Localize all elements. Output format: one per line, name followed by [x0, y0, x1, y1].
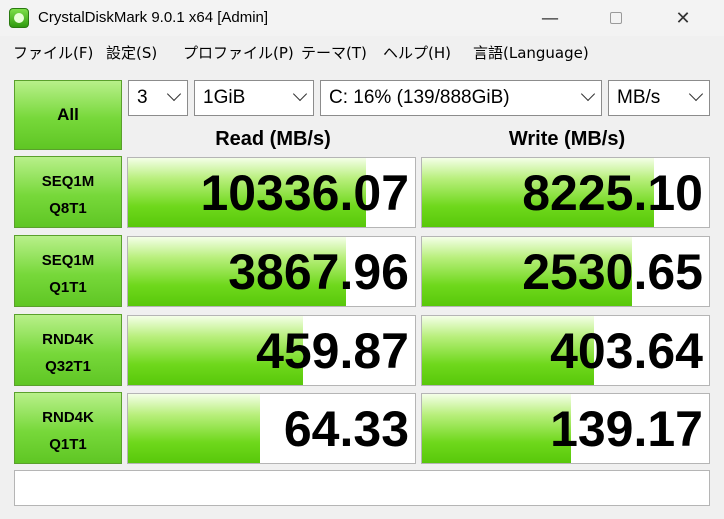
read-result-seq1m-q8t1: 10336.07 [127, 157, 416, 228]
write-result-seq1m-q1t1: 2530.65 [421, 236, 710, 307]
status-bar [14, 470, 710, 506]
read-value: 64.33 [283, 401, 409, 457]
write-value: 8225.10 [522, 165, 703, 221]
write-header: Write (MB/s) [508, 128, 626, 150]
menu-file[interactable]: ファイル(F) [13, 42, 93, 63]
window-title: CrystalDiskMark 9.0.1 x64 [Admin] [38, 9, 269, 26]
chevron-down-icon [688, 86, 704, 102]
test-label-line1: RND4K [42, 331, 94, 348]
chevron-down-icon [580, 86, 596, 102]
write-value: 139.17 [550, 401, 703, 457]
menu-settings[interactable]: 設定(S) [106, 42, 157, 63]
test-count-value: 3 [137, 87, 148, 108]
read-value: 3867.96 [228, 244, 409, 300]
maximize-button[interactable] [593, 0, 639, 36]
test-size-value: 1GiB [203, 87, 246, 108]
test-label-line2: Q1T1 [49, 436, 87, 453]
write-bar-fill [422, 394, 572, 463]
read-bar-fill [128, 394, 261, 463]
test-label-line2: Q1T1 [49, 279, 87, 296]
unit-select[interactable]: MB/s [608, 80, 710, 116]
write-result-rnd4k-q1t1: 139.17 [421, 393, 710, 464]
all-button[interactable]: All [14, 80, 122, 150]
seq1m-q1t1-button[interactable]: SEQ1M Q1T1 [14, 235, 122, 307]
test-label-line1: RND4K [42, 409, 94, 426]
test-label-line2: Q32T1 [45, 358, 91, 375]
read-result-rnd4k-q1t1: 64.33 [127, 393, 416, 464]
read-result-rnd4k-q32t1: 459.87 [127, 315, 416, 386]
write-result-rnd4k-q32t1: 403.64 [421, 315, 710, 386]
app-disk-icon [9, 8, 29, 28]
write-value: 2530.65 [522, 244, 703, 300]
rnd4k-q1t1-button[interactable]: RND4K Q1T1 [14, 392, 122, 464]
chevron-down-icon [166, 86, 182, 102]
read-value: 10336.07 [200, 165, 409, 221]
test-count-select[interactable]: 3 [128, 80, 188, 116]
menu-bar: ファイル(F) 設定(S) プロファイル(P) テーマ(T) ヘルプ(H) 言語… [0, 38, 724, 66]
menu-language[interactable]: 言語(Language) [473, 42, 589, 63]
test-label-line1: SEQ1M [41, 173, 95, 190]
unit-value: MB/s [617, 87, 661, 108]
menu-theme[interactable]: テーマ(T) [301, 42, 367, 63]
test-label-line1: SEQ1M [41, 252, 95, 269]
test-label-line2: Q8T1 [49, 200, 87, 217]
rnd4k-q32t1-button[interactable]: RND4K Q32T1 [14, 314, 122, 386]
minimize-button[interactable]: — [527, 0, 573, 36]
read-value: 459.87 [256, 323, 409, 379]
read-header: Read (MB/s) [215, 128, 331, 150]
chevron-down-icon [292, 86, 308, 102]
drive-select[interactable]: C: 16% (139/888GiB) [320, 80, 602, 116]
read-result-seq1m-q1t1: 3867.96 [127, 236, 416, 307]
test-size-select[interactable]: 1GiB [194, 80, 314, 116]
seq1m-q8t1-button[interactable]: SEQ1M Q8T1 [14, 156, 122, 228]
menu-profile[interactable]: プロファイル(P) [183, 42, 294, 63]
menu-help[interactable]: ヘルプ(H) [383, 42, 451, 63]
maximize-icon [610, 12, 622, 24]
write-result-seq1m-q8t1: 8225.10 [421, 157, 710, 228]
close-icon: ✕ [675, 7, 691, 29]
drive-value: C: 16% (139/888GiB) [329, 87, 510, 108]
close-button[interactable]: ✕ [660, 0, 706, 36]
title-bar: CrystalDiskMark 9.0.1 x64 [Admin] — ✕ [0, 0, 724, 36]
write-value: 403.64 [550, 323, 703, 379]
minimize-icon: — [541, 7, 559, 29]
